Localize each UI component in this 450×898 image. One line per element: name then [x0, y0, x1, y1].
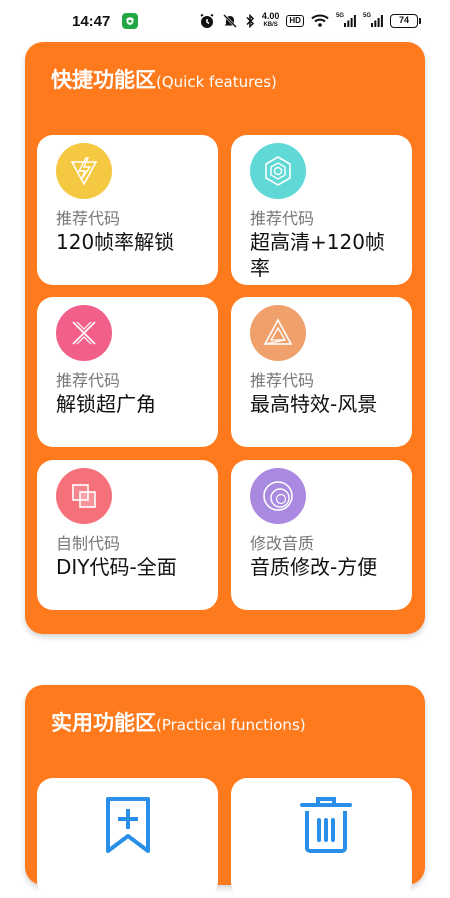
card-category: 推荐代码: [250, 209, 315, 228]
speed-unit: KB/S: [263, 22, 278, 28]
card-name: 120帧率解锁: [56, 230, 175, 254]
practical-title-zh: 实用功能区: [51, 711, 156, 735]
status-right: 4.00 KB/S HD 5G 5G 74: [199, 12, 421, 30]
bookmark-add-icon: [105, 796, 151, 858]
practical-card-bookmark[interactable]: [37, 778, 218, 898]
card-category: 自制代码: [56, 534, 121, 553]
quick-features-title: 快捷功能区(Quick features): [51, 64, 277, 94]
practical-card-trash[interactable]: [231, 778, 412, 898]
card-category: 修改音质: [250, 534, 315, 553]
status-bar: 14:47 4.00 KB/S HD 5G 5G 74: [0, 0, 450, 42]
card-wide-angle-unlock[interactable]: 推荐代码 解锁超广角: [37, 297, 218, 447]
card-120fps-unlock[interactable]: 推荐代码 120帧率解锁: [37, 135, 218, 285]
card-max-effects-scenery[interactable]: 推荐代码 最高特效-风景: [231, 297, 412, 447]
quick-features-panel: 快捷功能区(Quick features) 推荐代码 120帧率解锁 推荐代码 …: [25, 42, 425, 634]
status-time: 14:47: [72, 12, 111, 30]
mute-bell-icon: [222, 13, 238, 29]
practical-functions-title: 实用功能区(Practical functions): [51, 707, 306, 737]
card-name: 最高特效-风景: [250, 392, 378, 416]
card-category: 推荐代码: [56, 371, 121, 390]
triangle-icon: [250, 305, 306, 361]
card-diy-code[interactable]: 自制代码 DIY代码-全面: [37, 460, 218, 610]
card-name: 解锁超广角: [56, 392, 156, 416]
battery-indicator: 74: [390, 14, 421, 28]
cross-arrows-icon: [56, 305, 112, 361]
network-speed: 4.00 KB/S: [262, 12, 280, 30]
card-category: 推荐代码: [56, 209, 121, 228]
signal-1-icon: 5G: [335, 13, 356, 27]
network-1-label: 5G: [335, 13, 344, 19]
card-category: 推荐代码: [250, 371, 315, 390]
speed-value: 4.00: [261, 11, 280, 21]
card-name: 音质修改-方便: [250, 555, 378, 579]
signal-2-icon: 5G: [362, 13, 383, 27]
card-name: DIY代码-全面: [56, 555, 177, 579]
hexagon-icon: [250, 143, 306, 199]
bluetooth-icon: [245, 13, 255, 29]
alarm-icon: [199, 13, 215, 29]
card-uhd-120fps[interactable]: 推荐代码 超高清+120帧率: [231, 135, 412, 285]
rings-icon: [250, 468, 306, 524]
shield-icon: [122, 13, 139, 29]
quick-title-zh: 快捷功能区: [51, 68, 156, 92]
practical-title-en: (Practical functions): [156, 716, 306, 734]
network-2-label: 5G: [362, 13, 371, 19]
trash-icon: [299, 796, 353, 858]
practical-functions-panel: 实用功能区(Practical functions): [25, 685, 425, 898]
hd-badge: HD: [286, 15, 304, 27]
wifi-icon: [311, 14, 329, 28]
lightning-icon: [56, 143, 112, 199]
status-left: 14:47: [72, 12, 139, 30]
card-name: 超高清+120帧率: [250, 230, 385, 280]
squares-icon: [56, 468, 112, 524]
quick-title-en: (Quick features): [156, 73, 277, 91]
card-audio-quality[interactable]: 修改音质 音质修改-方便: [231, 460, 412, 610]
